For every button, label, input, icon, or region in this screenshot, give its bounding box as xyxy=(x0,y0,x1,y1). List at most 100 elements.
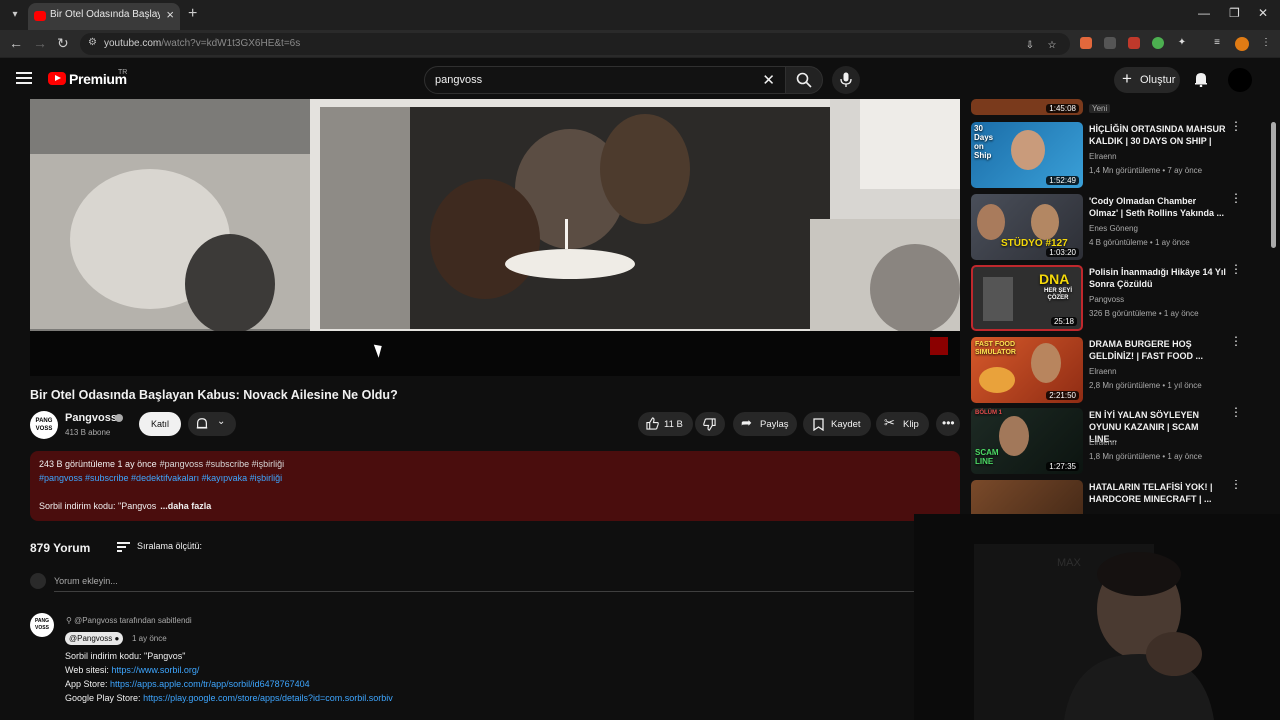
add-comment-input[interactable]: Yorum ekleyin... xyxy=(54,576,914,592)
extension-icon[interactable] xyxy=(1080,37,1092,49)
related-video[interactable]: 1:45:08 Yeni xyxy=(971,99,1241,115)
related-video[interactable]: DNA HER ŞEYİ ÇÖZER 25:18 Polisin İnanmad… xyxy=(971,265,1241,331)
video-thumbnail[interactable]: STÜDYO #127 1:03:20 xyxy=(971,194,1083,260)
youtube-logo-icon[interactable] xyxy=(48,72,66,85)
sort-label: Sıralama ölçütü: xyxy=(137,541,203,551)
search-input[interactable]: pangvoss ✕ xyxy=(424,66,786,94)
menu-icon[interactable] xyxy=(16,72,32,84)
more-vert-icon[interactable] xyxy=(1230,124,1242,128)
search-button[interactable] xyxy=(785,66,823,94)
share-button[interactable]: ➦ Paylaş xyxy=(733,412,797,436)
related-video[interactable]: BÖLÜM 1 SCAM LINE 1:27:35 EN İYİ YALAN S… xyxy=(971,408,1241,474)
video-thumbnail[interactable]: DNA HER ŞEYİ ÇÖZER 25:18 xyxy=(971,265,1083,331)
chevron-down-icon: ⌄ xyxy=(217,416,226,427)
install-icon[interactable]: ⇩ xyxy=(1024,40,1036,52)
tab-close-icon[interactable]: × xyxy=(166,7,174,22)
back-icon[interactable]: ← xyxy=(9,35,23,51)
video-thumbnail[interactable]: 1:45:08 xyxy=(971,99,1083,115)
sidebar-scrollbar[interactable] xyxy=(1271,122,1276,248)
comment-time[interactable]: 1 ay önce xyxy=(132,634,167,643)
more-vert-icon[interactable] xyxy=(1230,482,1241,486)
notifications-bell-icon[interactable] xyxy=(1193,71,1209,87)
comment-link[interactable]: https://www.sorbil.org/ xyxy=(111,665,199,675)
related-video[interactable]: HATALARIN TELAFİSİ YOK! | HARDCORE MINEC… xyxy=(971,480,1241,514)
forward-icon[interactable]: → xyxy=(33,35,47,51)
video-thumbnail[interactable]: BÖLÜM 1 SCAM LINE 1:27:35 xyxy=(971,408,1083,474)
thumbnail-text: HER ŞEYİ ÇÖZER xyxy=(1043,288,1072,301)
browser-menu-icon[interactable]: ⋮ xyxy=(1260,37,1272,49)
more-vert-icon[interactable] xyxy=(1230,410,1242,414)
video-thumbnail[interactable] xyxy=(971,480,1083,514)
like-button[interactable]: 11 B xyxy=(638,412,693,436)
share-label: Paylaş xyxy=(760,419,789,430)
related-channel[interactable]: Enes Göneng xyxy=(1089,224,1138,233)
more-vert-icon[interactable] xyxy=(1230,196,1242,200)
comment-link[interactable]: https://apps.apple.com/tr/app/sorbil/id6… xyxy=(110,679,310,689)
comment-link[interactable]: https://play.google.com/store/apps/detai… xyxy=(143,693,393,703)
related-channel[interactable]: Pangvoss xyxy=(1089,295,1124,304)
restore-icon[interactable]: ❐ xyxy=(1229,6,1240,20)
related-title[interactable]: DRAMA BURGERE HOŞ GELDİNİZ! | FAST FOOD … xyxy=(1089,338,1227,362)
related-title[interactable]: 'Cody Olmadan Chamber Olmaz' | Seth Roll… xyxy=(1089,195,1227,219)
pin-icon: ⚲ xyxy=(66,616,75,625)
bell-icon xyxy=(196,418,208,429)
related-video[interactable]: STÜDYO #127 1:03:20 'Cody Olmadan Chambe… xyxy=(971,194,1241,260)
channel-name[interactable]: Pangvoss xyxy=(65,412,117,424)
address-bar[interactable]: ⚙ youtube.com/watch?v=kdW1t3GX6HE&t=6s ⇩… xyxy=(80,33,1070,55)
browser-tab-active[interactable]: Bir Otel Odasında Başlayan Kabus × xyxy=(28,3,180,30)
video-description[interactable]: 243 B görüntüleme 1 ay önce #pangvoss #su… xyxy=(30,451,960,521)
new-tab-icon[interactable]: + xyxy=(188,5,197,23)
window-close-icon[interactable]: ✕ xyxy=(1258,6,1268,20)
description-hashtags[interactable]: #pangvoss #subscribe #dedektifvakaları #… xyxy=(39,473,282,483)
related-title[interactable]: HATALARIN TELAFİSİ YOK! | HARDCORE MINEC… xyxy=(1089,481,1227,505)
comment-author[interactable]: @Pangvoss ● xyxy=(65,632,124,645)
related-channel[interactable]: Elraenn xyxy=(1089,367,1117,376)
save-button[interactable]: Kaydet xyxy=(803,412,871,436)
related-video[interactable]: FAST FOOD SIMULATOR 2:21:50 DRAMA BURGER… xyxy=(971,337,1241,403)
related-channel[interactable]: Elraenn xyxy=(1089,438,1117,447)
thumbnail-text: BÖLÜM 1 xyxy=(975,410,1002,416)
video-thumbnail[interactable]: 30 Days on Ship 1:52:49 xyxy=(971,122,1083,188)
clear-search-icon[interactable]: ✕ xyxy=(762,71,775,89)
more-vert-icon[interactable] xyxy=(1230,339,1242,343)
video-duration: 1:52:49 xyxy=(1046,176,1079,185)
video-player[interactable] xyxy=(30,99,960,376)
description-tags[interactable]: #pangvoss #subscribe #işbirliği xyxy=(160,459,285,469)
show-more-link[interactable]: ...daha fazla xyxy=(160,501,211,511)
comment-author-avatar[interactable]: PANG VOSS xyxy=(30,613,54,637)
media-queue-icon[interactable]: ≡ xyxy=(1211,37,1223,49)
dislike-button[interactable] xyxy=(695,412,725,436)
extension-icon[interactable] xyxy=(1104,37,1116,49)
browser-tabbar: ▾ Bir Otel Odasında Başlayan Kabus × + —… xyxy=(0,0,1280,30)
more-vert-icon[interactable] xyxy=(1230,267,1242,271)
related-title[interactable]: Polisin İnanmadığı Hikâye 14 Yıl Sonra Ç… xyxy=(1089,266,1227,290)
minimize-icon[interactable]: — xyxy=(1198,6,1210,20)
tab-search-icon[interactable]: ▾ xyxy=(6,6,24,24)
profile-avatar[interactable] xyxy=(1235,37,1249,51)
create-button[interactable]: + Oluştur xyxy=(1114,67,1180,93)
bookmark-star-icon[interactable]: ☆ xyxy=(1046,40,1058,52)
subscription-bell-button[interactable]: ⌄ xyxy=(188,412,236,436)
clip-label: Klip xyxy=(903,419,919,430)
thumbnail-text: DNA xyxy=(1039,271,1070,287)
site-info-icon[interactable]: ⚙ xyxy=(88,37,100,49)
join-button[interactable]: Katıl xyxy=(139,412,181,436)
comment-count: 879 Yorum xyxy=(30,541,91,555)
extension-icon[interactable] xyxy=(1152,37,1164,49)
more-actions-button[interactable]: ••• xyxy=(936,412,960,436)
sort-comments-button[interactable]: Sıralama ölçütü: xyxy=(117,540,217,556)
youtube-header: Premium TR pangvoss ✕ + Oluştur xyxy=(0,58,1280,102)
video-title: Bir Otel Odasında Başlayan Kabus: Novack… xyxy=(30,388,398,402)
related-channel[interactable]: Elraenn xyxy=(1089,152,1117,161)
thumbnail-face xyxy=(977,204,1005,240)
video-thumbnail[interactable]: FAST FOOD SIMULATOR 2:21:50 xyxy=(971,337,1083,403)
voice-search-button[interactable] xyxy=(832,66,860,94)
reload-icon[interactable]: ↻ xyxy=(57,35,69,52)
channel-avatar[interactable]: PANG VOSS xyxy=(30,411,58,439)
clip-button[interactable]: ✂ Klip xyxy=(876,412,929,436)
related-video[interactable]: 30 Days on Ship 1:52:49 HİÇLİĞİN ORTASIN… xyxy=(971,122,1241,188)
related-title[interactable]: HİÇLİĞİN ORTASINDA MAHSUR KALDIK | 30 DA… xyxy=(1089,123,1227,147)
extensions-puzzle-icon[interactable]: ✦ xyxy=(1176,37,1188,49)
extension-icon[interactable] xyxy=(1128,37,1140,49)
account-avatar[interactable] xyxy=(1228,68,1252,92)
